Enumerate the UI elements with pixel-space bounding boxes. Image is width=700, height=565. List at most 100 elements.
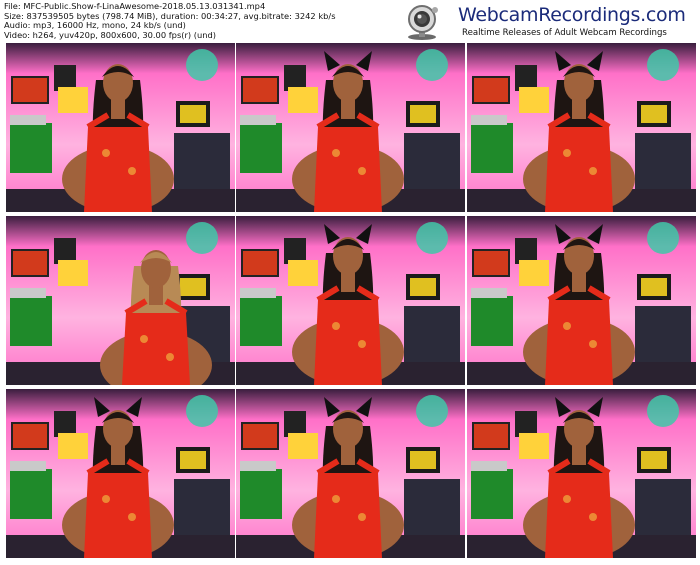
green-monitor bbox=[240, 123, 282, 173]
right-monitor-screen bbox=[410, 105, 436, 123]
left-monitor bbox=[241, 249, 279, 277]
thumbnail-4 bbox=[6, 216, 235, 385]
thumbnail-8 bbox=[236, 389, 465, 558]
video-frame bbox=[467, 389, 696, 558]
thumbnail-1 bbox=[6, 43, 235, 212]
right-monitor-screen bbox=[180, 105, 206, 123]
wall-lamp bbox=[471, 461, 507, 471]
fan bbox=[416, 49, 448, 81]
red-dress bbox=[314, 300, 382, 385]
wall-lamp bbox=[240, 115, 276, 125]
green-monitor bbox=[10, 469, 52, 519]
video-frame bbox=[236, 389, 465, 558]
green-monitor bbox=[10, 123, 52, 173]
red-dress bbox=[84, 127, 152, 212]
dress-pattern bbox=[358, 167, 366, 175]
red-dress bbox=[314, 127, 382, 212]
dress-pattern bbox=[589, 513, 597, 521]
wall-lamp bbox=[240, 288, 276, 298]
fan bbox=[186, 395, 218, 427]
dress-pattern bbox=[563, 322, 571, 330]
right-monitor-screen bbox=[180, 278, 206, 296]
video-frame bbox=[467, 216, 696, 385]
green-monitor bbox=[10, 296, 52, 346]
dress-pattern bbox=[102, 149, 110, 157]
right-shelf bbox=[404, 306, 460, 366]
game-monitor bbox=[288, 433, 318, 459]
game-monitor bbox=[58, 260, 88, 286]
left-monitor bbox=[241, 76, 279, 104]
fan bbox=[416, 222, 448, 254]
game-monitor bbox=[519, 260, 549, 286]
dress-pattern bbox=[589, 340, 597, 348]
right-shelf bbox=[635, 133, 691, 193]
red-dress bbox=[545, 473, 613, 558]
video-frame bbox=[236, 43, 465, 212]
wall-lamp bbox=[10, 288, 46, 298]
dress-pattern bbox=[332, 495, 340, 503]
wall-lamp bbox=[240, 461, 276, 471]
thumbnail-9 bbox=[467, 389, 696, 558]
left-monitor bbox=[472, 422, 510, 450]
game-monitor bbox=[58, 433, 88, 459]
green-monitor bbox=[471, 469, 513, 519]
right-monitor-screen bbox=[180, 451, 206, 469]
green-monitor bbox=[471, 296, 513, 346]
dress-pattern bbox=[128, 513, 136, 521]
green-monitor bbox=[471, 123, 513, 173]
fan bbox=[416, 395, 448, 427]
dress-pattern bbox=[358, 513, 366, 521]
thumbnail-grid bbox=[0, 0, 700, 565]
video-frame bbox=[467, 43, 696, 212]
dress-pattern bbox=[128, 167, 136, 175]
dress-pattern bbox=[332, 322, 340, 330]
dress-pattern bbox=[102, 495, 110, 503]
red-dress bbox=[122, 313, 190, 385]
right-monitor-screen bbox=[641, 451, 667, 469]
dress-pattern bbox=[563, 495, 571, 503]
game-monitor bbox=[519, 87, 549, 113]
left-monitor bbox=[241, 422, 279, 450]
dress-pattern bbox=[166, 353, 174, 361]
wall-lamp bbox=[10, 115, 46, 125]
left-monitor bbox=[11, 422, 49, 450]
fan bbox=[647, 49, 679, 81]
thumbnail-6 bbox=[467, 216, 696, 385]
right-shelf bbox=[174, 479, 230, 539]
thumbnail-5 bbox=[236, 216, 465, 385]
game-monitor bbox=[519, 433, 549, 459]
game-monitor bbox=[288, 260, 318, 286]
video-frame bbox=[6, 216, 235, 385]
red-dress bbox=[545, 127, 613, 212]
dress-pattern bbox=[332, 149, 340, 157]
red-dress bbox=[545, 300, 613, 385]
left-monitor bbox=[472, 249, 510, 277]
right-shelf bbox=[404, 479, 460, 539]
green-monitor bbox=[240, 296, 282, 346]
left-monitor bbox=[11, 249, 49, 277]
thumbnail-7 bbox=[6, 389, 235, 558]
red-dress bbox=[314, 473, 382, 558]
right-shelf bbox=[404, 133, 460, 193]
wall-lamp bbox=[10, 461, 46, 471]
thumbnail-2 bbox=[236, 43, 465, 212]
right-monitor-screen bbox=[410, 278, 436, 296]
dress-pattern bbox=[563, 149, 571, 157]
thumbnail-3 bbox=[467, 43, 696, 212]
fan bbox=[186, 49, 218, 81]
red-dress bbox=[84, 473, 152, 558]
right-monitor-screen bbox=[410, 451, 436, 469]
wall-lamp bbox=[471, 115, 507, 125]
dress-pattern bbox=[589, 167, 597, 175]
fan bbox=[647, 395, 679, 427]
left-monitor bbox=[472, 76, 510, 104]
right-monitor-screen bbox=[641, 105, 667, 123]
game-monitor bbox=[288, 87, 318, 113]
left-monitor bbox=[11, 76, 49, 104]
right-shelf bbox=[635, 306, 691, 366]
dress-pattern bbox=[358, 340, 366, 348]
video-frame bbox=[236, 216, 465, 385]
green-monitor bbox=[240, 469, 282, 519]
video-frame bbox=[6, 389, 235, 558]
right-shelf bbox=[635, 479, 691, 539]
